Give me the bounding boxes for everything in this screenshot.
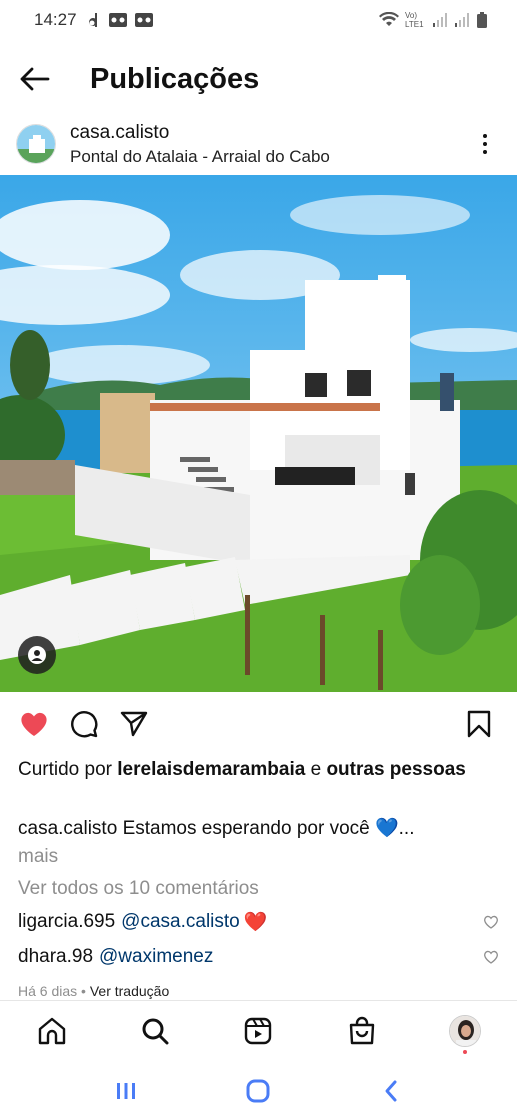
translate-link[interactable]: Ver tradução xyxy=(90,983,169,999)
view-all-comments-link[interactable]: Ver todos os 10 comentários xyxy=(18,878,259,900)
nav-search[interactable] xyxy=(130,1006,180,1056)
caption-text: Estamos esperando por você 💙... xyxy=(122,818,415,839)
recents-icon xyxy=(117,1083,136,1099)
recents-button[interactable] xyxy=(101,1071,151,1111)
bottom-nav xyxy=(0,1000,517,1060)
wifi-icon xyxy=(379,12,399,26)
chevron-left-icon xyxy=(385,1080,397,1102)
shop-icon xyxy=(349,1016,375,1044)
comment-user[interactable]: dhara.98 xyxy=(18,946,93,968)
more-options-button[interactable] xyxy=(475,129,495,159)
likes-summary: Curtido por lerelaisdemarambaia e outras… xyxy=(18,756,488,784)
post-timestamp: Há 6 dias • Ver tradução xyxy=(18,983,169,999)
back-system-button[interactable] xyxy=(366,1071,416,1111)
notification-dot xyxy=(463,1049,468,1054)
reels-icon xyxy=(245,1017,272,1044)
home-system-button[interactable] xyxy=(233,1071,283,1111)
nav-reels[interactable] xyxy=(233,1006,283,1056)
signal-icon-2 xyxy=(455,13,469,27)
app-d-icon xyxy=(88,13,97,27)
post-image[interactable] xyxy=(0,175,517,692)
back-button[interactable] xyxy=(0,50,70,108)
post-actions xyxy=(0,700,517,748)
tagged-people-button[interactable] xyxy=(18,636,56,674)
comment-like-icon[interactable] xyxy=(483,915,499,929)
status-left-icons xyxy=(87,12,153,28)
status-bar: 14:27 Vo) LTE1 xyxy=(0,0,517,40)
post-meta: casa.calisto Pontal do Atalaia - Arraial… xyxy=(70,122,330,167)
nav-home[interactable] xyxy=(27,1006,77,1056)
avatar-image xyxy=(17,125,55,163)
profile-avatar xyxy=(449,1014,482,1047)
comment-like-icon[interactable] xyxy=(483,950,499,964)
comment-icon xyxy=(71,711,98,738)
save-button[interactable] xyxy=(461,706,497,742)
post-author-avatar[interactable] xyxy=(16,124,56,164)
home-circle-icon xyxy=(246,1079,270,1103)
tag-person-icon xyxy=(28,646,46,664)
likes-others[interactable]: outras pessoas xyxy=(326,759,465,780)
nav-profile[interactable] xyxy=(440,1006,490,1056)
comment-row: ligarcia.695 @casa.calisto ❤️ xyxy=(18,910,499,934)
separator: • xyxy=(81,983,86,999)
home-icon xyxy=(38,1017,65,1044)
status-time: 14:27 xyxy=(34,10,77,29)
comment-row: dhara.98 @waximenez xyxy=(18,946,499,968)
comment-button[interactable] xyxy=(66,706,102,742)
heart-icon xyxy=(21,712,47,736)
post-username[interactable]: casa.calisto xyxy=(70,122,330,144)
share-icon xyxy=(120,711,148,737)
search-icon xyxy=(142,1018,169,1044)
likes-prefix: Curtido por xyxy=(18,759,112,780)
battery-icon xyxy=(477,12,487,28)
page-title: Publicações xyxy=(90,62,260,95)
voicemail-icon-2 xyxy=(134,13,153,27)
post-header: casa.calisto Pontal do Atalaia - Arraial… xyxy=(0,115,517,173)
likes-user[interactable]: lerelaisdemarambaia xyxy=(117,759,305,780)
system-nav xyxy=(0,1062,517,1120)
like-button[interactable] xyxy=(16,706,52,742)
share-button[interactable] xyxy=(116,706,152,742)
comment-mention[interactable]: @casa.calisto xyxy=(121,911,240,933)
comment-user[interactable]: ligarcia.695 xyxy=(18,911,115,933)
post-location[interactable]: Pontal do Atalaia - Arraial do Cabo xyxy=(70,147,330,167)
bookmark-icon xyxy=(467,710,491,738)
likes-joiner: e xyxy=(310,759,322,780)
post-caption: casa.calisto Estamos esperando por você … xyxy=(18,815,488,871)
back-arrow-icon xyxy=(20,67,50,91)
more-vertical-icon xyxy=(483,134,487,138)
post-photo xyxy=(0,175,517,692)
voicemail-icon xyxy=(108,13,127,27)
time-ago: Há 6 dias xyxy=(18,983,78,999)
comment-mention[interactable]: @waximenez xyxy=(99,946,213,968)
network-label: Vo) LTE1 xyxy=(405,11,424,29)
page-header: Publicações xyxy=(0,50,517,108)
status-right: Vo) LTE1 xyxy=(379,11,487,29)
signal-icon xyxy=(433,13,447,27)
caption-user[interactable]: casa.calisto xyxy=(18,818,117,839)
caption-more-link[interactable]: mais xyxy=(18,843,488,871)
nav-shop[interactable] xyxy=(337,1006,387,1056)
comment-emoji: ❤️ xyxy=(243,912,268,933)
